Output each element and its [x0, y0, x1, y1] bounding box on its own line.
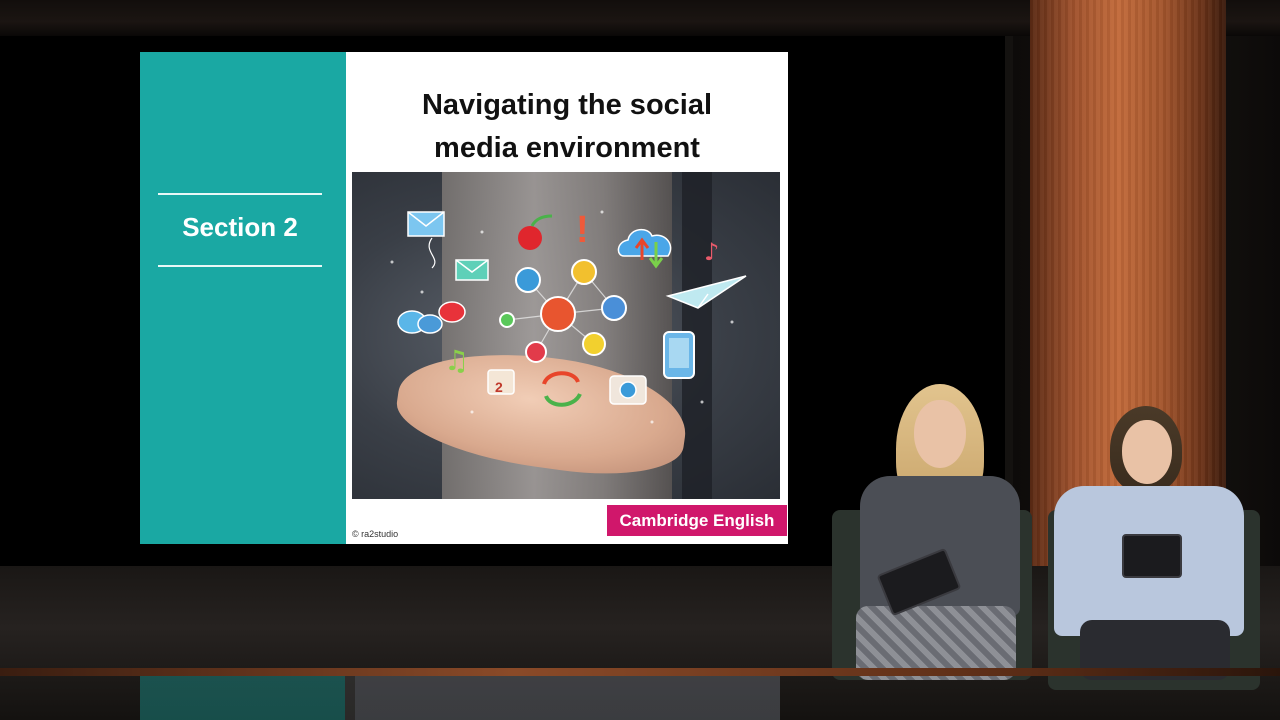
section-rule-top [158, 193, 322, 195]
presentation-slide: Section 2 Navigating the social media en… [140, 52, 788, 544]
stage-rail [0, 668, 1280, 676]
user-icon [601, 295, 627, 321]
user-icon [582, 332, 606, 356]
brand-badge: Cambridge English [607, 505, 787, 536]
user-icon [571, 259, 597, 285]
slide-title-line2: media environment [434, 132, 700, 164]
section-label: Section 2 [182, 212, 298, 242]
slide-title-line1: Navigating the social [421, 89, 713, 121]
exclamation-icon: ! [576, 209, 589, 251]
user-icon [515, 267, 541, 293]
network-lines: ! ♪ ♫ 2 [390, 209, 747, 424]
section-rule-bottom [158, 265, 322, 267]
photo-copyright: © ra2studio [352, 529, 399, 539]
music-note-icon: ♪ [704, 238, 719, 266]
apple-icon [518, 226, 542, 250]
social-media-photo: ! ♪ ♫ 2 [352, 172, 780, 499]
screen-reflection [140, 676, 780, 720]
music-note-icon: ♫ [444, 344, 469, 377]
slide-title: Navigating the social media environment [346, 84, 788, 170]
presenter-left [820, 380, 1040, 680]
user-icon [540, 296, 576, 332]
user-icon [525, 341, 547, 363]
paper-plane-icon [665, 275, 747, 309]
refresh-icon [542, 371, 580, 385]
presenter-right [1040, 400, 1270, 690]
user-icon [499, 312, 515, 328]
presenter-right-face [1122, 420, 1172, 484]
presenter-left-face [914, 400, 966, 468]
svg-text:2: 2 [495, 379, 503, 395]
slide-sidebar: Section 2 [140, 52, 346, 544]
presenter-right-tablet [1122, 534, 1182, 578]
